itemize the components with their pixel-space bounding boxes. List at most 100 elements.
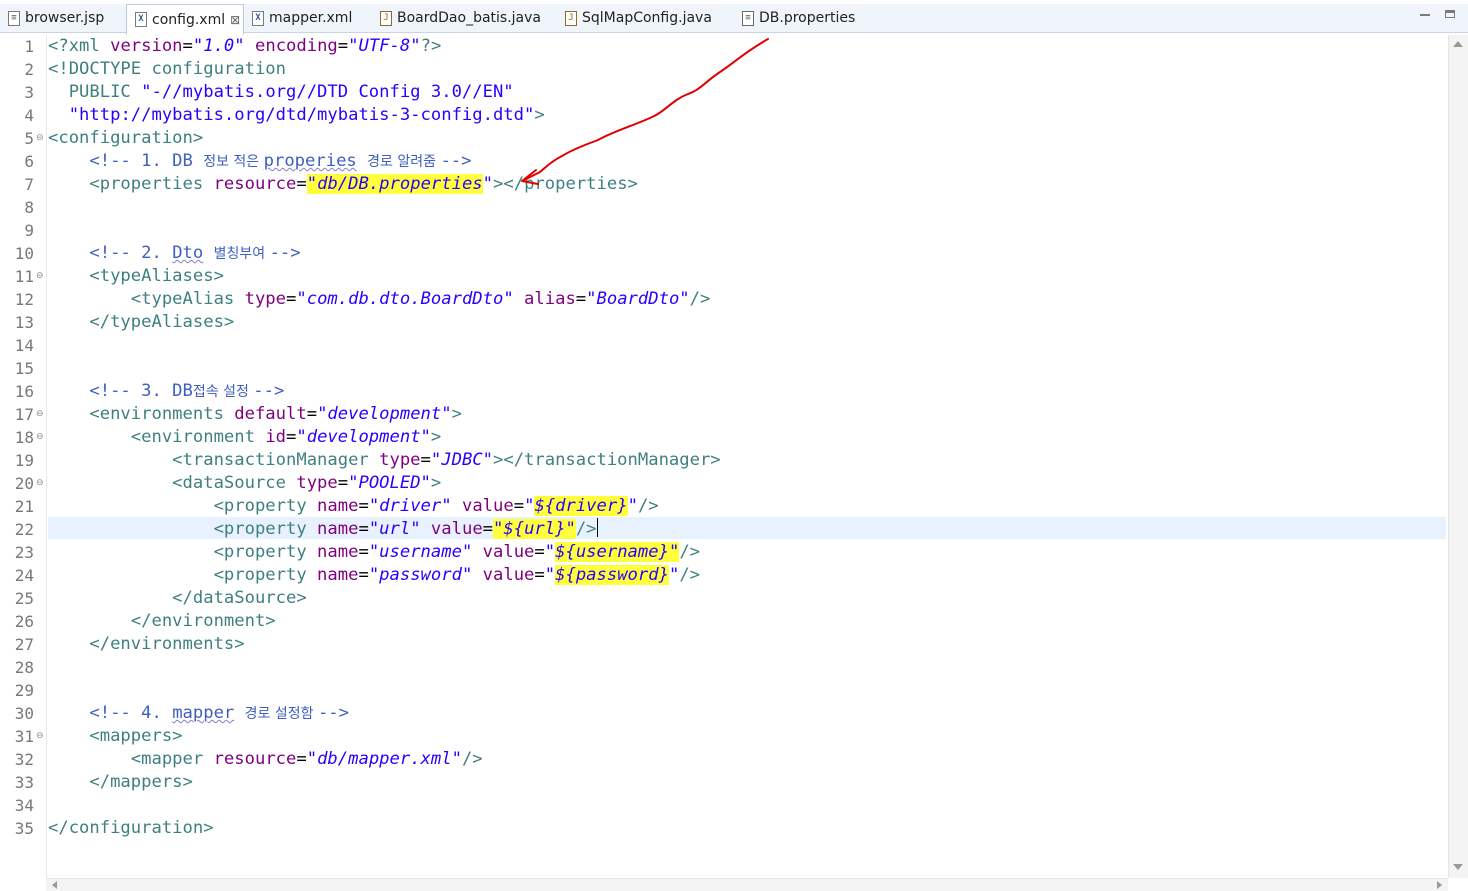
code-line: </configuration> [48,818,214,838]
line-number: 11 [14,267,34,286]
line-number: 14 [14,336,34,355]
code-line: "http://mybatis.org/dtd/mybatis-3-config… [68,105,545,125]
line-number: 4 [24,106,34,125]
horizontal-scrollbar[interactable] [46,878,1448,891]
tab-db-properties[interactable]: ≡ DB.properties [734,4,874,32]
line-number: 28 [14,658,34,677]
line-number: 1 [24,37,34,56]
tab-label: config.xml [152,11,226,28]
code-line: </environment> [48,611,276,631]
highlighted-resource: db/DB.properties [317,174,483,194]
scroll-down-icon[interactable] [1453,864,1463,870]
highlighted-username: ${username}" [555,542,680,562]
code-line: <property name="password" value="${passw… [48,565,701,585]
tab-label: BoardDao_batis.java [397,10,541,26]
close-icon[interactable]: ⊠ [230,13,240,27]
properties-file-icon: ≡ [742,10,754,26]
jsp-file-icon: ≡ [8,10,20,26]
code-line: </mappers> [48,772,193,792]
fold-toggle-icon[interactable]: ⊖ [36,410,44,419]
line-number: 24 [14,566,34,585]
code-line: </dataSource> [48,588,307,608]
code-line: <!-- 1. DB 정보 적은 properies 경로 알려줌 --> [48,151,472,171]
line-number: 9 [24,221,34,240]
tab-config-xml[interactable]: X config.xml ⊠ [126,4,244,35]
line-number: 3 [24,83,34,102]
code-line: <!-- 3. DB접속 설정 --> [48,381,285,401]
line-number: 15 [14,359,34,378]
line-number: 21 [14,497,34,516]
code-line: <environments default="development"> [48,404,462,424]
tab-label: SqlMapConfig.java [582,10,712,26]
code-line: <!DOCTYPE configuration [48,59,286,79]
code-line: <typeAlias type="com.db.dto.BoardDto" al… [48,289,711,309]
tab-browser-jsp[interactable]: ≡ browser.jsp [0,4,124,32]
code-line: <dataSource type="POOLED"> [48,473,442,493]
line-number: 26 [14,612,34,631]
line-number-gutter: 1 2 3 4 5 ⊖ 6 7 8 9 10 11 ⊖ 12 13 14 15 16 17 ⊖ 18 ⊖ 19 20 ⊖ 21 22… [0,35,47,878]
line-number: 35 [14,819,34,838]
line-number: 29 [14,681,34,700]
line-number: 16 [14,382,34,401]
line-number: 2 [24,60,34,79]
tab-label: DB.properties [759,10,856,26]
code-editor[interactable]: 1 2 3 4 5 ⊖ 6 7 8 9 10 11 ⊖ 12 13 14 15 16 17 ⊖ 18 ⊖ 19 20 ⊖ 21 22… [0,35,1448,878]
code-line: <environment id="development"> [48,427,442,447]
line-number: 10 [14,244,34,263]
code-line: <mapper resource="db/mapper.xml"/> [48,749,483,769]
highlighted-password: ${password} [555,565,669,585]
line-number: 27 [14,635,34,654]
scroll-up-icon[interactable] [1453,41,1463,47]
java-file-icon: J [380,10,392,26]
line-number: 6 [24,152,34,171]
line-number: 13 [14,313,34,332]
vertical-scrollbar[interactable] [1448,35,1468,878]
maximize-icon[interactable] [1444,8,1458,22]
minimize-icon[interactable] [1418,8,1432,22]
window-controls [1418,8,1458,22]
line-number: 5 [24,129,34,148]
code-line: <mappers> [48,726,183,746]
text-cursor [596,518,598,537]
line-number: 17 [14,405,34,424]
line-number: 8 [24,198,34,217]
line-number: 7 [24,175,34,194]
code-line: <properties resource="db/DB.properties">… [48,174,638,194]
editor-tab-bar: ≡ browser.jsp X config.xml ⊠ X mapper.xm… [0,0,1468,35]
line-number: 18 [14,428,34,447]
line-number: 25 [14,589,34,608]
tab-sqlmapconfig-java[interactable]: J SqlMapConfig.java [557,4,733,32]
xml-file-icon: X [135,12,147,27]
java-file-icon: J [565,10,577,26]
highlighted-url: "${url}" [493,519,576,539]
tab-label: mapper.xml [269,10,353,26]
code-line: </environments> [48,634,245,654]
line-number: 30 [14,704,34,723]
tab-label: browser.jsp [25,10,105,26]
fold-toggle-icon[interactable]: ⊖ [36,479,44,488]
fold-toggle-icon[interactable]: ⊖ [36,134,44,143]
code-line: <?xml version="1.0" encoding="UTF-8"?> [48,36,442,56]
scroll-right-icon[interactable] [1437,881,1442,889]
line-number: 22 [14,520,34,539]
code-area[interactable]: <?xml version="1.0" encoding="UTF-8"?> <… [48,35,1448,878]
line-number: 12 [14,290,34,309]
line-number: 33 [14,773,34,792]
code-line: <typeAliases> [48,266,224,286]
tab-mapper-xml[interactable]: X mapper.xml [244,4,370,32]
code-line: <!-- 2. Dto 별칭부여 --> [48,243,301,263]
fold-toggle-icon[interactable]: ⊖ [36,433,44,442]
highlighted-driver: ${driver} [534,496,628,516]
xml-file-icon: X [252,10,264,26]
line-number: 34 [14,796,34,815]
fold-toggle-icon[interactable]: ⊖ [36,272,44,281]
code-line: </typeAliases> [48,312,235,332]
code-line: PUBLIC "-//mybatis.org//DTD Config 3.0//… [48,82,514,102]
line-number: 31 [14,727,34,746]
fold-toggle-icon[interactable]: ⊖ [36,732,44,741]
code-line: <!-- 4. mapper 경로 설정함 --> [48,703,349,723]
scroll-left-icon[interactable] [52,881,57,889]
tab-boarddao-batis-java[interactable]: J BoardDao_batis.java [372,4,556,32]
line-number: 20 [14,474,34,493]
line-number: 23 [14,543,34,562]
